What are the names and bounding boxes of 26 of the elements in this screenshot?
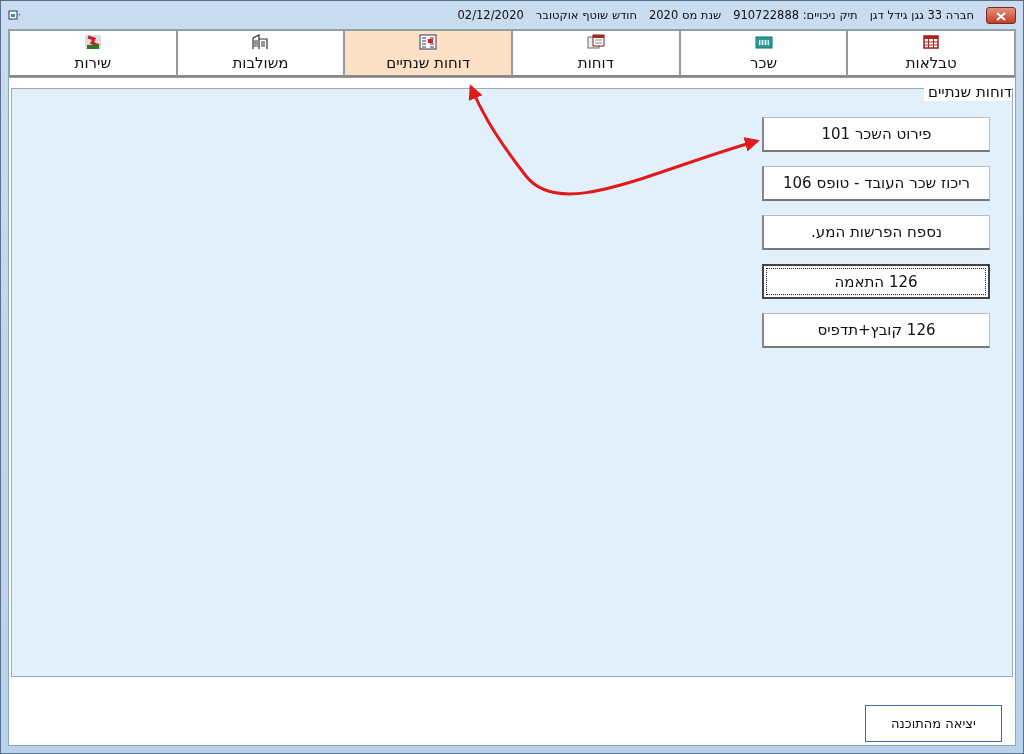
exit-button[interactable]: יציאה מהתוכנה <box>865 705 1002 742</box>
tool-icon <box>83 34 102 50</box>
report-button[interactable]: 126 התאמה <box>762 264 990 299</box>
cash-register-icon <box>754 34 773 50</box>
tab[interactable]: שכר <box>679 30 848 77</box>
report-button[interactable]: 126 קובץ+תדפיס <box>762 313 990 348</box>
window-title: תיק ניכויים: 910722888 <box>733 8 858 22</box>
window-title: חברה 33 גגן גידל דגן <box>869 8 974 22</box>
tab[interactable]: דוחות <box>512 30 680 77</box>
calendar-icon <box>586 34 605 50</box>
window-title: 02/12/2020 <box>457 8 524 22</box>
tab[interactable]: טבלאות <box>847 30 1015 77</box>
close-button[interactable] <box>986 6 1016 24</box>
tab[interactable]: שירות <box>8 30 177 77</box>
report-button[interactable]: נספח הפרשות המע. <box>762 215 990 250</box>
window-title: שנת מס 2020 <box>649 8 722 22</box>
report-icon <box>419 34 438 50</box>
window-title: חודש שוטף אוקטובר <box>535 8 637 22</box>
tab[interactable]: משולבות <box>176 30 345 77</box>
report-button[interactable]: ריכוז שכר העובד - טופס 106 <box>762 166 990 201</box>
building-icon <box>251 34 270 50</box>
app-icon <box>8 9 22 21</box>
close-icon <box>996 11 1006 21</box>
tab[interactable]: דוחות שנתיים <box>344 30 512 77</box>
report-button[interactable]: פירוט השכר 101 <box>762 117 990 152</box>
table-icon <box>922 34 941 50</box>
